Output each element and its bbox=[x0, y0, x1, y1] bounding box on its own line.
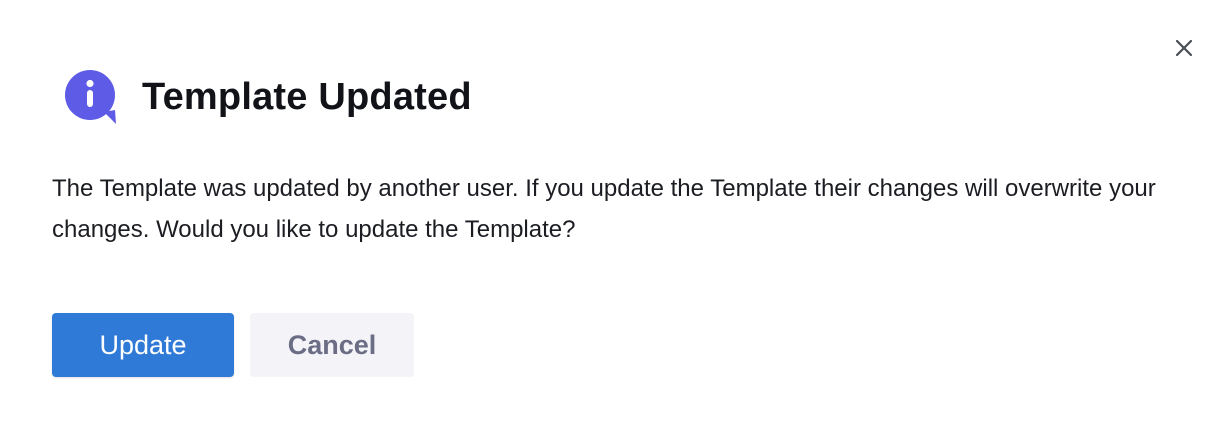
update-button[interactable]: Update bbox=[52, 313, 234, 377]
dialog-message: The Template was updated by another user… bbox=[52, 175, 1156, 243]
dialog-title: Template Updated bbox=[142, 75, 472, 118]
info-icon bbox=[64, 68, 122, 126]
close-button[interactable] bbox=[1170, 36, 1198, 64]
close-icon bbox=[1175, 39, 1193, 62]
dialog-header: Template Updated bbox=[64, 68, 472, 126]
template-updated-dialog: Template Updated The Template was update… bbox=[0, 0, 1226, 436]
dialog-actions: Update Cancel bbox=[52, 313, 414, 377]
cancel-button[interactable]: Cancel bbox=[250, 313, 414, 377]
